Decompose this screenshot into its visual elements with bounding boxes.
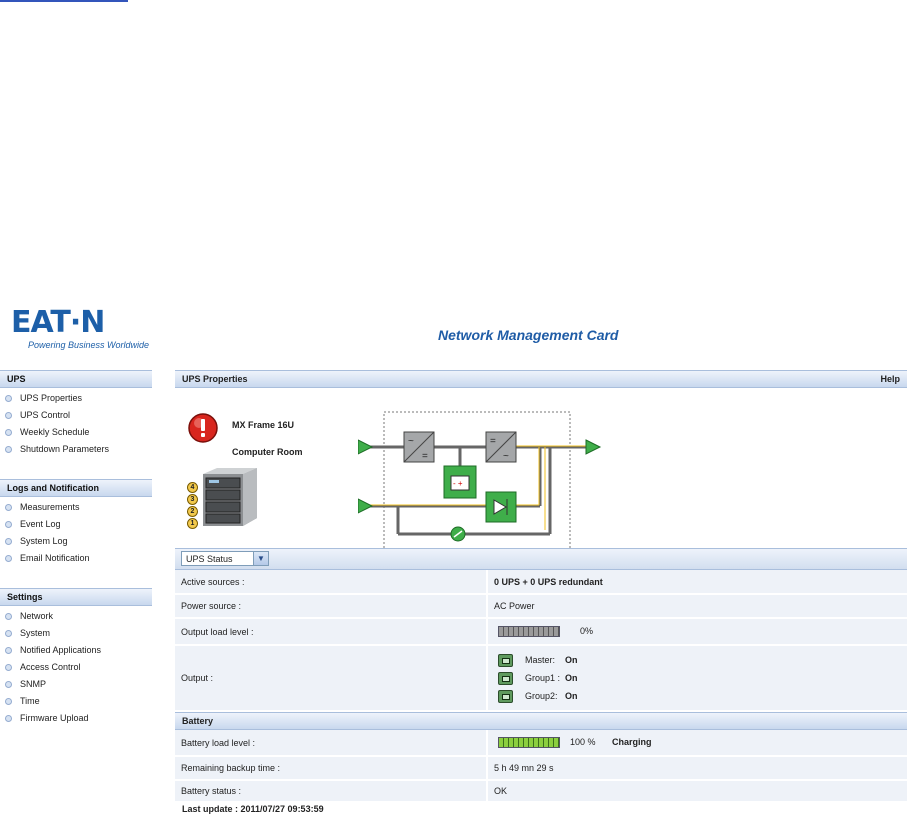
sidebar-item-email-notification[interactable]: Email Notification [0, 550, 152, 567]
table-row-output-load: Output load level : 0% [175, 618, 907, 646]
battery-load-cell: 100 % Charging [487, 730, 907, 757]
main-panel: UPS Properties Help MX Frame 16U Compute… [175, 370, 907, 803]
backup-time-label: Remaining backup time : [175, 756, 488, 781]
sidebar-item-access-control[interactable]: Access Control [0, 659, 152, 676]
output-group-1: Group1 : On [494, 669, 901, 687]
ups-cabinet-icon [203, 468, 257, 526]
help-link[interactable]: Help [880, 371, 900, 387]
ups-model: MX Frame 16U [232, 420, 295, 430]
logo-wordmark: EAT·N [11, 305, 105, 340]
table-row-battery-status: Battery status : OK [175, 780, 907, 803]
outlet-icon [498, 653, 513, 667]
eaton-logo: EAT·N Powering Business Worldwide [5, 305, 150, 356]
module-number-4: 4 [187, 482, 198, 493]
top-link-underline[interactable] [0, 0, 128, 2]
ups-overview: MX Frame 16U Computer Room 4 3 2 1 ~ = =… [175, 388, 907, 551]
status-bar: UPS Status ▼ [175, 548, 907, 570]
output-group-name: Group1 : [525, 673, 561, 683]
sidebar-item-system-log[interactable]: System Log [0, 533, 152, 550]
table-row-active-sources: Active sources : 0 UPS + 0 UPS redundant [175, 570, 907, 595]
last-update: Last update : 2011/07/27 09:53:59 [182, 804, 324, 814]
sidebar-section-logs: Logs and Notification [0, 479, 152, 497]
status-select-value: UPS Status [186, 554, 233, 564]
table-row-power-source: Power source : AC Power [175, 594, 907, 619]
sidebar-section-ups: UPS [0, 370, 152, 388]
battery-table: Battery load level : 100 % Charging Rema… [175, 730, 907, 803]
output-label: Output : [175, 645, 488, 712]
battery-load-meter [498, 737, 560, 749]
active-sources-value: 0 UPS + 0 UPS redundant [487, 570, 907, 595]
svg-text:=: = [490, 436, 496, 447]
table-row-battery-load: Battery load level : 100 % Charging [175, 730, 907, 757]
module-numbers: 4 3 2 1 [187, 482, 199, 529]
ups-location: Computer Room [232, 447, 303, 457]
panel-header: UPS Properties Help [175, 370, 907, 388]
power-source-label: Power source : [175, 594, 488, 619]
table-row-backup-time: Remaining backup time : 5 h 49 mn 29 s [175, 756, 907, 781]
output-group-master: Master: On [494, 651, 901, 669]
ups-status-table: Active sources : 0 UPS + 0 UPS redundant… [175, 570, 907, 712]
sidebar: UPS UPS Properties UPS Control Weekly Sc… [0, 370, 152, 727]
active-sources-label: Active sources : [175, 570, 488, 595]
sidebar-item-measurements[interactable]: Measurements [0, 499, 152, 516]
sidebar-item-firmware-upload[interactable]: Firmware Upload [0, 710, 152, 727]
sidebar-item-time[interactable]: Time [0, 693, 152, 710]
app-title: Network Management Card [438, 327, 619, 343]
table-row-output: Output : Master: On Group1 : On Group2: … [175, 645, 907, 712]
outlet-icon [498, 689, 513, 703]
output-load-meter [498, 626, 560, 638]
output-groups-cell: Master: On Group1 : On Group2: On [487, 645, 907, 712]
nav-list-settings: Network System Notified Applications Acc… [0, 608, 152, 727]
status-select[interactable]: UPS Status ▼ [181, 551, 269, 566]
output-group-name: Group2: [525, 691, 558, 701]
battery-load-label: Battery load level : [175, 730, 488, 757]
sidebar-item-system[interactable]: System [0, 625, 152, 642]
output-group-state: On [565, 655, 578, 665]
module-number-2: 2 [187, 506, 198, 517]
backup-time-value: 5 h 49 mn 29 s [487, 756, 907, 781]
power-source-value: AC Power [487, 594, 907, 619]
output-load-value: 0% [580, 625, 594, 636]
power-flow-diagram: ~ = = ~ - + [358, 411, 602, 551]
output-load-label: Output load level : [175, 618, 488, 646]
alarm-icon [188, 413, 218, 443]
sidebar-item-notified-applications[interactable]: Notified Applications [0, 642, 152, 659]
logo-tagline: Powering Business Worldwide [28, 340, 150, 350]
battery-load-value: 100 % [570, 736, 596, 747]
svg-text:~: ~ [408, 436, 414, 447]
sidebar-item-ups-properties[interactable]: UPS Properties [0, 390, 152, 407]
svg-text:=: = [422, 451, 428, 462]
nav-list-ups: UPS Properties UPS Control Weekly Schedu… [0, 390, 152, 458]
sidebar-item-network[interactable]: Network [0, 608, 152, 625]
output-group-name: Master: [525, 655, 556, 665]
sidebar-item-weekly-schedule[interactable]: Weekly Schedule [0, 424, 152, 441]
charging-status: Charging [612, 736, 652, 747]
sidebar-item-ups-control[interactable]: UPS Control [0, 407, 152, 424]
output-group-2: Group2: On [494, 687, 901, 705]
chevron-down-icon[interactable]: ▼ [253, 552, 268, 565]
svg-text:~: ~ [503, 451, 509, 462]
battery-header: Battery [175, 712, 907, 730]
output-group-state: On [565, 673, 578, 683]
outlet-icon [498, 671, 513, 685]
svg-text:- +: - + [453, 479, 463, 488]
sidebar-item-shutdown-parameters[interactable]: Shutdown Parameters [0, 441, 152, 458]
module-number-3: 3 [187, 494, 198, 505]
sidebar-section-settings: Settings [0, 588, 152, 606]
output-group-state: On [565, 691, 578, 701]
battery-title: Battery [182, 716, 214, 726]
sidebar-item-snmp[interactable]: SNMP [0, 676, 152, 693]
sidebar-item-event-log[interactable]: Event Log [0, 516, 152, 533]
module-number-1: 1 [187, 518, 198, 529]
battery-status-label: Battery status : [175, 780, 488, 803]
nav-list-logs: Measurements Event Log System Log Email … [0, 499, 152, 567]
panel-title: UPS Properties [182, 374, 248, 384]
output-load-cell: 0% [487, 618, 907, 646]
battery-status-value: OK [487, 780, 907, 803]
